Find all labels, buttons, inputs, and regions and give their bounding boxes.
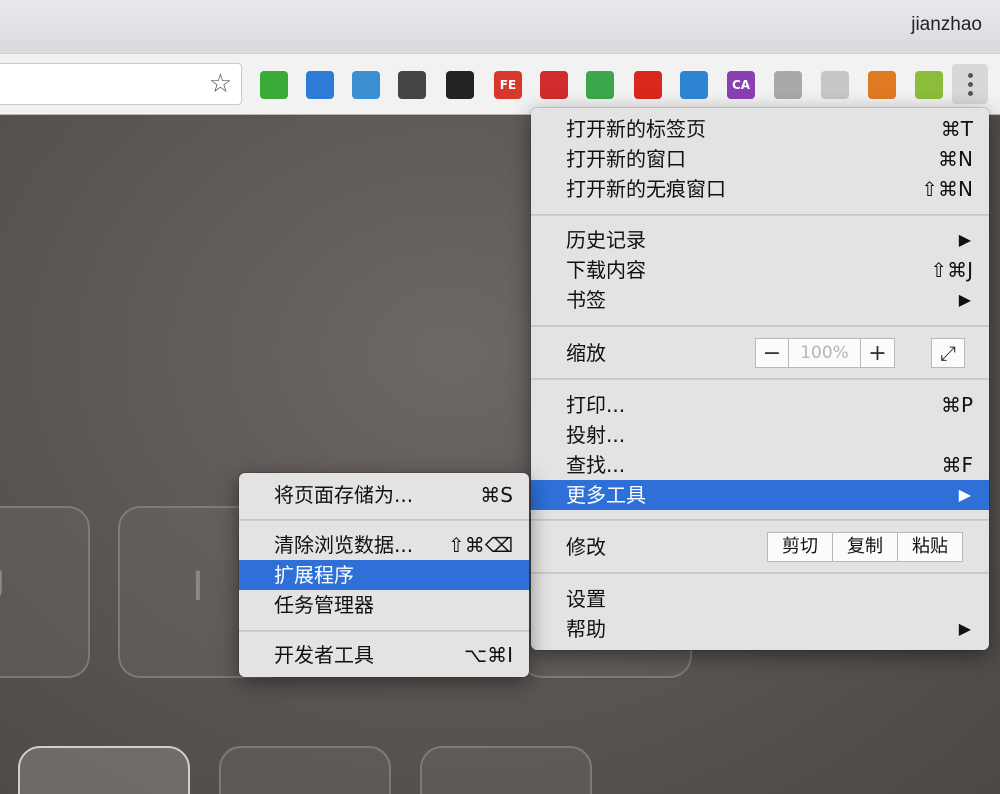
copy-button[interactable]: 复制	[832, 532, 898, 562]
menu-item-downloads[interactable]: 下载内容 ⇧⌘J	[531, 255, 989, 285]
menu-item-label: 投射...	[566, 423, 626, 447]
ad-block-icon[interactable]	[634, 71, 662, 99]
menu-item-label: 开发者工具	[274, 643, 374, 667]
menu-item-settings[interactable]: 设置	[531, 584, 989, 614]
shortcut-label: ⇧⌘⌫	[447, 533, 513, 557]
fullscreen-button[interactable]: ⤢	[931, 338, 965, 368]
keyboard-key	[420, 746, 592, 794]
menu-dot-icon	[967, 81, 973, 87]
address-bar[interactable]: ☆	[0, 63, 242, 105]
tampermonkey-icon[interactable]	[398, 71, 426, 99]
shortcut-label: ⌥⌘I	[464, 643, 513, 667]
paste-button[interactable]: 粘贴	[897, 532, 963, 562]
menu-item-new-window[interactable]: 打开新的窗口 ⌘N	[531, 144, 989, 174]
fullscreen-icon: ⤢	[940, 341, 956, 365]
menu-item-label: 打印...	[566, 393, 626, 417]
zoom-out-button[interactable]: −	[755, 338, 789, 368]
menu-separator	[531, 519, 989, 521]
keyboard-key: U	[0, 506, 90, 678]
menu-item-label: 缩放	[566, 341, 606, 365]
menu-item-new-incognito[interactable]: 打开新的无痕窗口 ⇧⌘N	[531, 174, 989, 204]
plus-icon: +	[868, 340, 887, 366]
menu-item-label: 查找...	[566, 453, 626, 477]
menu-separator	[239, 519, 529, 521]
video-play-icon[interactable]	[540, 71, 568, 99]
shortcut-label: ⌘T	[940, 117, 973, 141]
menu-separator	[531, 378, 989, 380]
submenu-arrow-icon: ▶	[958, 619, 971, 638]
menu-item-save-page[interactable]: 将页面存储为... ⌘S	[239, 480, 529, 510]
download-arrow-icon[interactable]	[586, 71, 614, 99]
submenu-arrow-icon: ▶	[958, 230, 971, 249]
menu-separator	[531, 572, 989, 574]
zoom-value: 100%	[800, 343, 849, 363]
menu-separator	[531, 325, 989, 327]
cut-button[interactable]: 剪切	[767, 532, 833, 562]
settings-grid-icon[interactable]	[352, 71, 380, 99]
reader-icon[interactable]	[306, 71, 334, 99]
menu-item-label: 任务管理器	[274, 593, 374, 617]
menu-item-label: 打开新的标签页	[566, 117, 706, 141]
menu-dot-icon	[967, 72, 973, 78]
menu-item-label: 清除浏览数据...	[274, 533, 414, 557]
chrome-main-menu: 打开新的标签页 ⌘T 打开新的窗口 ⌘N 打开新的无痕窗口 ⇧⌘N 历史记录 ▶…	[531, 108, 989, 650]
evernote-icon[interactable]	[260, 71, 288, 99]
submenu-arrow-icon: ▶	[958, 485, 971, 504]
fox-icon[interactable]	[868, 71, 896, 99]
menu-item-help[interactable]: 帮助 ▶	[531, 614, 989, 644]
menu-item-label: 打开新的窗口	[566, 147, 686, 171]
ca-icon[interactable]: CA	[727, 71, 755, 99]
keyboard-key	[219, 746, 391, 794]
more-tools-submenu: 将页面存储为... ⌘S 清除浏览数据... ⇧⌘⌫ 扩展程序 任务管理器 开发…	[239, 473, 529, 677]
menu-item-history[interactable]: 历史记录 ▶	[531, 225, 989, 255]
menu-item-label: 更多工具	[566, 483, 646, 507]
menu-item-label: 书签	[566, 288, 606, 312]
plant-icon[interactable]	[915, 71, 943, 99]
key-glyph: I	[192, 564, 204, 610]
shortcut-label: ⇧⌘N	[921, 177, 973, 201]
bookmark-star-icon[interactable]: ☆	[209, 69, 232, 99]
chrome-menu-button[interactable]	[952, 64, 988, 104]
menu-item-bookmarks[interactable]: 书签 ▶	[531, 285, 989, 315]
zoom-in-button[interactable]: +	[860, 338, 895, 368]
menu-item-label: 历史记录	[566, 228, 646, 252]
menu-item-label: 将页面存储为...	[274, 483, 414, 507]
menu-dot-icon	[967, 90, 973, 96]
menu-separator	[239, 630, 529, 632]
shortcut-label: ⇧⌘J	[930, 258, 973, 282]
menu-item-label: 帮助	[566, 617, 606, 641]
browser-toolbar: ☆ FE CA	[0, 53, 1000, 115]
minus-icon: −	[762, 340, 782, 366]
menu-item-clear-data[interactable]: 清除浏览数据... ⇧⌘⌫	[239, 530, 529, 560]
key-glyph: U	[0, 564, 5, 610]
shortcut-label: ⌘F	[941, 453, 973, 477]
shortcut-label: ⌘N	[938, 147, 973, 171]
menu-item-label: 下载内容	[566, 258, 646, 282]
shortcut-label: ⌘S	[480, 483, 513, 507]
menu-item-label: 设置	[566, 587, 606, 611]
keyboard-key	[18, 746, 190, 794]
menu-item-label: 修改	[566, 535, 606, 559]
menu-item-cast[interactable]: 投射...	[531, 420, 989, 450]
idea-head-icon[interactable]	[774, 71, 802, 99]
menu-item-label: 打开新的无痕窗口	[566, 177, 726, 201]
menu-item-more-tools[interactable]: 更多工具 ▶	[531, 480, 989, 510]
diamond-icon[interactable]	[821, 71, 849, 99]
keyboard-icon[interactable]	[680, 71, 708, 99]
profile-name[interactable]: jianzhao	[911, 14, 982, 36]
zoom-level: 100%	[788, 338, 861, 368]
menu-item-extensions[interactable]: 扩展程序	[239, 560, 529, 590]
qr-code-icon[interactable]	[446, 71, 474, 99]
menu-item-print[interactable]: 打印... ⌘P	[531, 390, 989, 420]
menu-item-task-manager[interactable]: 任务管理器	[239, 590, 529, 620]
menu-item-label: 扩展程序	[274, 563, 354, 587]
menu-item-find[interactable]: 查找... ⌘F	[531, 450, 989, 480]
menu-separator	[531, 214, 989, 216]
menu-item-dev-tools[interactable]: 开发者工具 ⌥⌘I	[239, 640, 529, 670]
submenu-arrow-icon: ▶	[958, 290, 971, 309]
shortcut-label: ⌘P	[940, 393, 973, 417]
window-titlebar: jianzhao	[0, 0, 1000, 53]
fe-helper-icon[interactable]: FE	[494, 71, 522, 99]
menu-item-new-tab[interactable]: 打开新的标签页 ⌘T	[531, 114, 989, 144]
